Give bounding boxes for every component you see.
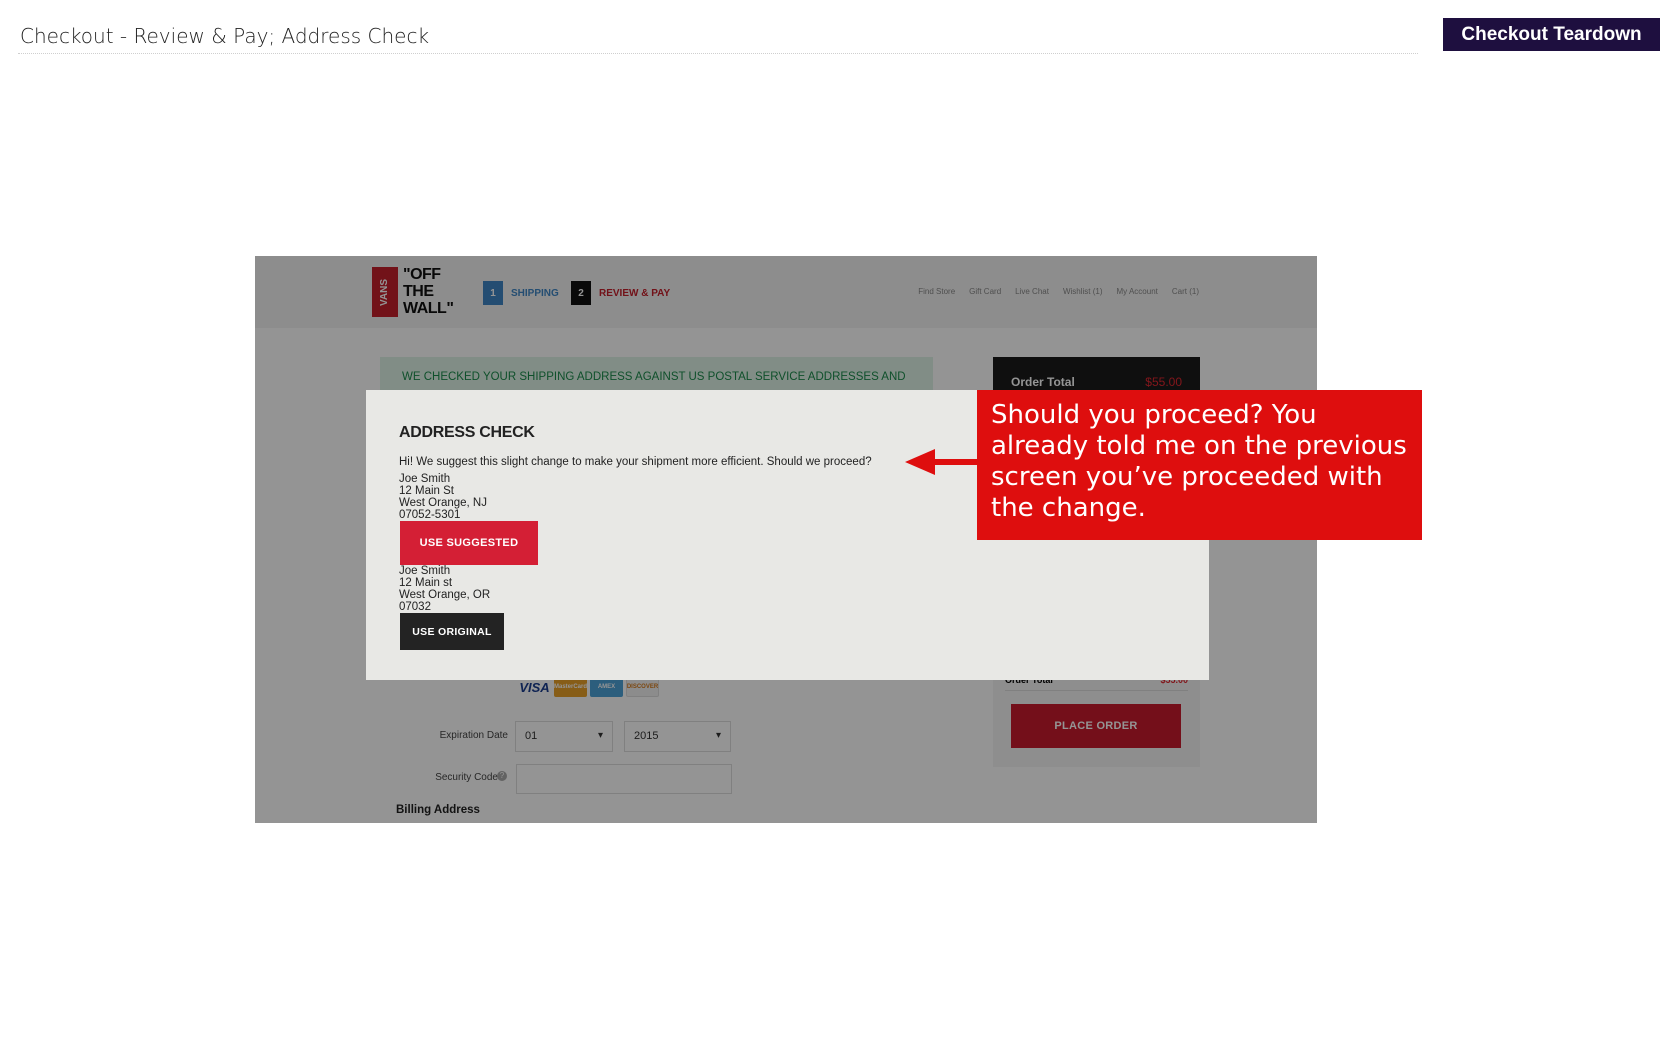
slide: Checkout - Review & Pay; Address Check C… [0, 0, 1680, 1050]
annotation-callout: Should you proceed? You already told me … [977, 390, 1422, 540]
suggested-zip: 07052-5301 [399, 509, 461, 521]
original-zip: 07032 [399, 601, 431, 613]
original-name: Joe Smith [399, 565, 451, 577]
suggested-street: 12 Main St [399, 485, 454, 497]
original-city: West Orange, OR [399, 589, 491, 601]
slide-title: Checkout - Review & Pay; Address Check [20, 24, 430, 48]
teardown-badge: Checkout Teardown [1443, 18, 1660, 51]
modal-message: Hi! We suggest this slight change to mak… [399, 456, 872, 468]
original-address: Joe Smith 12 Main st West Orange, OR 070… [399, 565, 490, 613]
suggested-address: Joe Smith 12 Main St West Orange, NJ 070… [399, 473, 487, 521]
title-divider [18, 53, 1418, 54]
suggested-city: West Orange, NJ [399, 497, 487, 509]
suggested-name: Joe Smith [399, 473, 451, 485]
callout-arrow-icon [905, 449, 979, 475]
original-street: 12 Main st [399, 577, 453, 589]
use-suggested-button[interactable]: USE SUGGESTED [400, 521, 538, 565]
modal-title: ADDRESS CHECK [399, 424, 535, 441]
use-original-button[interactable]: USE ORIGINAL [400, 613, 504, 650]
